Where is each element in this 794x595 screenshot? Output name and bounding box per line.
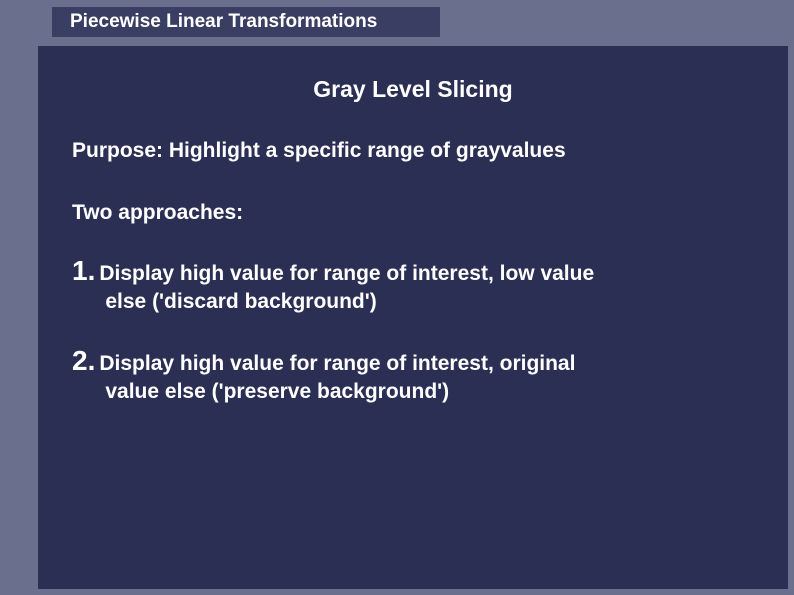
- slide-subtitle: Gray Level Slicing: [72, 76, 754, 103]
- list-number-2: 2.: [72, 347, 95, 375]
- list-text-2-line2: value else ('preserve background'): [99, 378, 575, 406]
- approaches-label: Two approaches:: [72, 201, 754, 225]
- purpose-text: Purpose: Highlight a specific range of g…: [72, 139, 754, 163]
- content-area: Gray Level Slicing Purpose: Highlight a …: [38, 46, 788, 589]
- list-item: 2. Display high value for range of inter…: [72, 347, 754, 407]
- list-text-1-line1: Display high value for range of interest…: [99, 262, 594, 285]
- list-text-1-line2: else ('discard background'): [99, 288, 594, 316]
- slide-title: Piecewise Linear Transformations: [70, 11, 377, 33]
- list-text-1: Display high value for range of interest…: [99, 257, 594, 317]
- slide: Piecewise Linear Transformations Gray Le…: [0, 0, 794, 595]
- list-text-2-line1: Display high value for range of interest…: [99, 352, 575, 375]
- list-number-1: 1.: [72, 257, 95, 285]
- title-bar: Piecewise Linear Transformations: [52, 7, 440, 37]
- list-text-2: Display high value for range of interest…: [99, 347, 575, 407]
- list-item: 1. Display high value for range of inter…: [72, 257, 754, 317]
